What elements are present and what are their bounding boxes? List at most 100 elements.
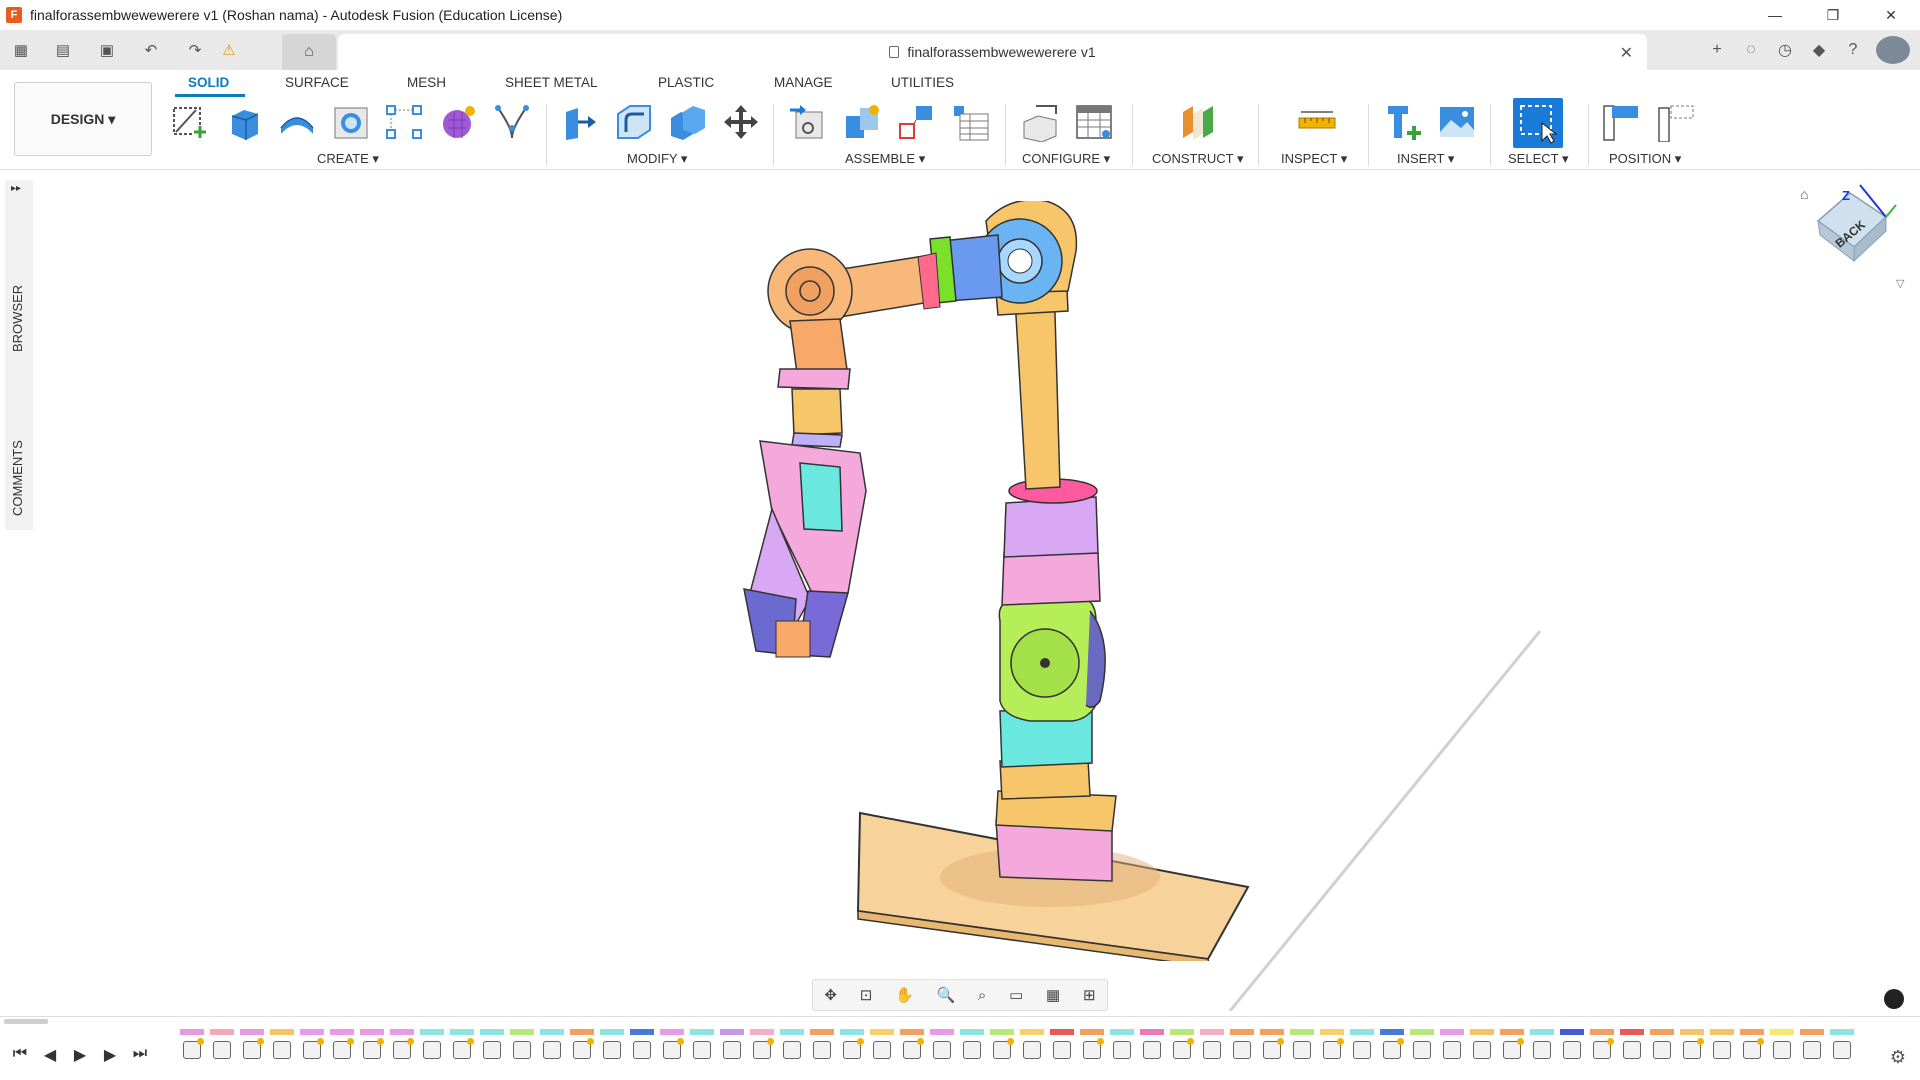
- tab-manage[interactable]: MANAGE: [774, 75, 833, 90]
- warning-icon[interactable]: ⚠: [216, 37, 242, 63]
- joint-icon[interactable]: [840, 100, 884, 144]
- timeline-feature[interactable]: [1290, 1029, 1314, 1071]
- minimize-button[interactable]: —: [1746, 0, 1804, 30]
- document-tab[interactable]: finalforassembwewewerere v1 ✕: [338, 34, 1647, 70]
- look-at-icon[interactable]: ⊡: [860, 986, 873, 1004]
- extensions-icon[interactable]: ◌: [1734, 36, 1768, 64]
- modify-group-label[interactable]: MODIFY ▾: [627, 151, 687, 167]
- timeline-feature[interactable]: [1500, 1029, 1524, 1071]
- orbit-icon[interactable]: ✥: [824, 986, 837, 1004]
- app-grid-icon[interactable]: ▦: [8, 37, 34, 63]
- create-sketch-icon[interactable]: [168, 100, 212, 144]
- timeline-feature[interactable]: [1200, 1029, 1224, 1071]
- timeline-feature[interactable]: [390, 1029, 414, 1071]
- user-avatar[interactable]: [1876, 36, 1910, 64]
- grid-settings-icon[interactable]: ▦: [1046, 986, 1060, 1004]
- close-tab-icon[interactable]: ✕: [1620, 43, 1633, 63]
- timeline-feature[interactable]: [1110, 1029, 1134, 1071]
- construct-group-label[interactable]: CONSTRUCT ▾: [1152, 151, 1244, 167]
- hole-icon[interactable]: [329, 100, 373, 144]
- new-component-icon[interactable]: [786, 100, 830, 144]
- timeline-feature[interactable]: [450, 1029, 474, 1071]
- timeline-feature[interactable]: [600, 1029, 624, 1071]
- timeline-feature[interactable]: [1020, 1029, 1044, 1071]
- timeline-feature[interactable]: [960, 1029, 984, 1071]
- timeline-feature[interactable]: [360, 1029, 384, 1071]
- timeline-feature[interactable]: [720, 1029, 744, 1071]
- bill-of-materials-icon[interactable]: [948, 100, 992, 144]
- pattern-icon[interactable]: [382, 100, 426, 144]
- timeline-feature[interactable]: [1710, 1029, 1734, 1071]
- offset-plane-icon[interactable]: [1177, 100, 1221, 144]
- insert-canvas-icon[interactable]: [1435, 100, 1479, 144]
- timeline-feature[interactable]: [1470, 1029, 1494, 1071]
- timeline-feature[interactable]: [870, 1029, 894, 1071]
- timeline-feature[interactable]: [570, 1029, 594, 1071]
- press-pull-icon[interactable]: [558, 100, 602, 144]
- timeline-feature[interactable]: [780, 1029, 804, 1071]
- job-status-icon[interactable]: ◷: [1768, 36, 1802, 64]
- tab-sheet-metal[interactable]: SHEET METAL: [505, 75, 598, 90]
- timeline-feature[interactable]: [1230, 1029, 1254, 1071]
- save-icon[interactable]: ▣: [94, 37, 120, 63]
- go-to-start-icon[interactable]: ⏮: [10, 1045, 30, 1065]
- new-tab-icon[interactable]: +: [1700, 36, 1734, 64]
- display-settings-icon[interactable]: ▭: [1009, 986, 1023, 1004]
- viewports-icon[interactable]: ⊞: [1083, 986, 1096, 1004]
- timeline-feature[interactable]: [1680, 1029, 1704, 1071]
- feedback-icon[interactable]: [1884, 989, 1904, 1009]
- as-built-joint-icon[interactable]: [894, 100, 938, 144]
- timeline-feature[interactable]: [180, 1029, 204, 1071]
- restore-button[interactable]: ❐: [1804, 0, 1862, 30]
- home-view-icon[interactable]: ⌂: [1800, 186, 1808, 202]
- revolve-icon[interactable]: [275, 100, 319, 144]
- position-group-label[interactable]: POSITION ▾: [1609, 151, 1681, 167]
- timeline-feature[interactable]: [690, 1029, 714, 1071]
- select-group-label[interactable]: SELECT ▾: [1508, 151, 1568, 167]
- assemble-group-label[interactable]: ASSEMBLE ▾: [845, 151, 925, 167]
- fillet-icon[interactable]: [612, 100, 656, 144]
- tab-mesh[interactable]: MESH: [407, 75, 446, 90]
- tab-solid[interactable]: SOLID: [188, 75, 229, 90]
- create-group-label[interactable]: CREATE ▾: [317, 151, 379, 167]
- timeline-feature[interactable]: [480, 1029, 504, 1071]
- timeline-feature[interactable]: [1380, 1029, 1404, 1071]
- timeline-feature[interactable]: [1740, 1029, 1764, 1071]
- redo-icon[interactable]: ↷: [182, 37, 208, 63]
- timeline-feature[interactable]: [750, 1029, 774, 1071]
- go-to-end-icon[interactable]: ⏭: [130, 1045, 150, 1065]
- move-icon[interactable]: [719, 100, 763, 144]
- play-icon[interactable]: ▶: [70, 1045, 90, 1065]
- timeline-feature[interactable]: [1350, 1029, 1374, 1071]
- expand-panel-icon[interactable]: ▸▸: [11, 183, 21, 194]
- file-menu-icon[interactable]: ▤: [50, 37, 76, 63]
- timeline-feature[interactable]: [1170, 1029, 1194, 1071]
- timeline-feature[interactable]: [1260, 1029, 1284, 1071]
- tab-utilities[interactable]: UTILITIES: [891, 75, 954, 90]
- timeline-feature[interactable]: [1320, 1029, 1344, 1071]
- step-back-icon[interactable]: ◀: [40, 1045, 60, 1065]
- configuration-table-icon[interactable]: [1072, 100, 1116, 144]
- timeline-feature[interactable]: [1410, 1029, 1434, 1071]
- timeline-feature[interactable]: [270, 1029, 294, 1071]
- help-icon[interactable]: ?: [1836, 36, 1870, 64]
- select-icon[interactable]: [1513, 98, 1563, 148]
- timeline-feature[interactable]: [300, 1029, 324, 1071]
- timeline-feature[interactable]: [1560, 1029, 1584, 1071]
- timeline-feature[interactable]: [510, 1029, 534, 1071]
- timeline-feature[interactable]: [1050, 1029, 1074, 1071]
- undo-icon[interactable]: ↶: [138, 37, 164, 63]
- configure-group-label[interactable]: CONFIGURE ▾: [1022, 151, 1110, 167]
- workspace-switcher-button[interactable]: DESIGN ▾: [14, 82, 152, 156]
- zoom-window-icon[interactable]: ⌕: [978, 987, 986, 1004]
- timeline-scrollbar[interactable]: [4, 1019, 48, 1024]
- timeline-feature[interactable]: [1590, 1029, 1614, 1071]
- browser-tab[interactable]: BROWSER: [10, 285, 25, 352]
- inspect-group-label[interactable]: INSPECT ▾: [1281, 151, 1347, 167]
- pan-icon[interactable]: ✋: [895, 986, 914, 1004]
- home-tab[interactable]: ⌂: [282, 34, 336, 70]
- extrude-icon[interactable]: [222, 100, 266, 144]
- insert-mcmaster-icon[interactable]: [1382, 100, 1426, 144]
- timeline-feature[interactable]: [1620, 1029, 1644, 1071]
- timeline-feature[interactable]: [1650, 1029, 1674, 1071]
